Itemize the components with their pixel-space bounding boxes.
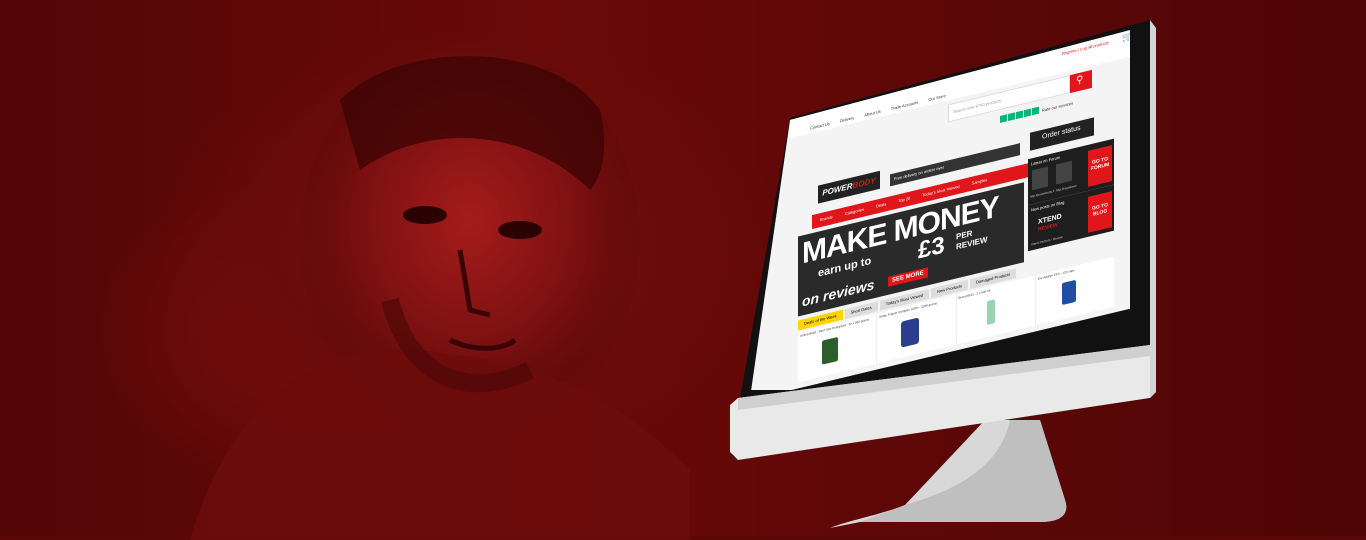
menu-top20[interactable]: Top 20 [898,192,910,209]
menu-categories[interactable]: Categories [845,203,864,222]
logo[interactable]: POWERBODY [818,170,880,204]
blog-post-title[interactable]: Xtend Perform - Review [1031,235,1063,247]
menu-brands[interactable]: Brands [820,210,833,227]
imac-monitor [730,20,1156,528]
search-button[interactable]: ⚲ [1070,69,1092,94]
product-image [1061,279,1076,306]
product-image [822,336,838,365]
product-image [901,317,920,348]
go-to-blog-button[interactable]: GO TO BLOG [1088,191,1112,233]
search-input[interactable]: Search over 8700 products [953,98,1001,115]
free-delivery-text: Free delivery on orders over [894,164,945,182]
rating-text: Rate our services [1042,100,1074,113]
forum-user-2[interactable]: http://ragedown [1056,184,1077,193]
avatar [1032,166,1048,191]
search-icon: ⚲ [1076,73,1084,87]
trustpilot-stars [1000,106,1039,123]
go-to-forum-button[interactable]: GO TO FORUM [1088,145,1112,187]
menu-deals[interactable]: Deals [876,197,886,213]
banner-amount: £3 [918,231,945,265]
see-more-button[interactable]: SEE MORE [888,267,928,287]
product-image [986,299,995,326]
forum-user-1[interactable]: http://powerbody.fi [1030,189,1054,199]
menu-samples[interactable]: Samples [972,173,988,191]
order-status-label: Order status [1042,124,1081,141]
avatar [1056,160,1072,185]
